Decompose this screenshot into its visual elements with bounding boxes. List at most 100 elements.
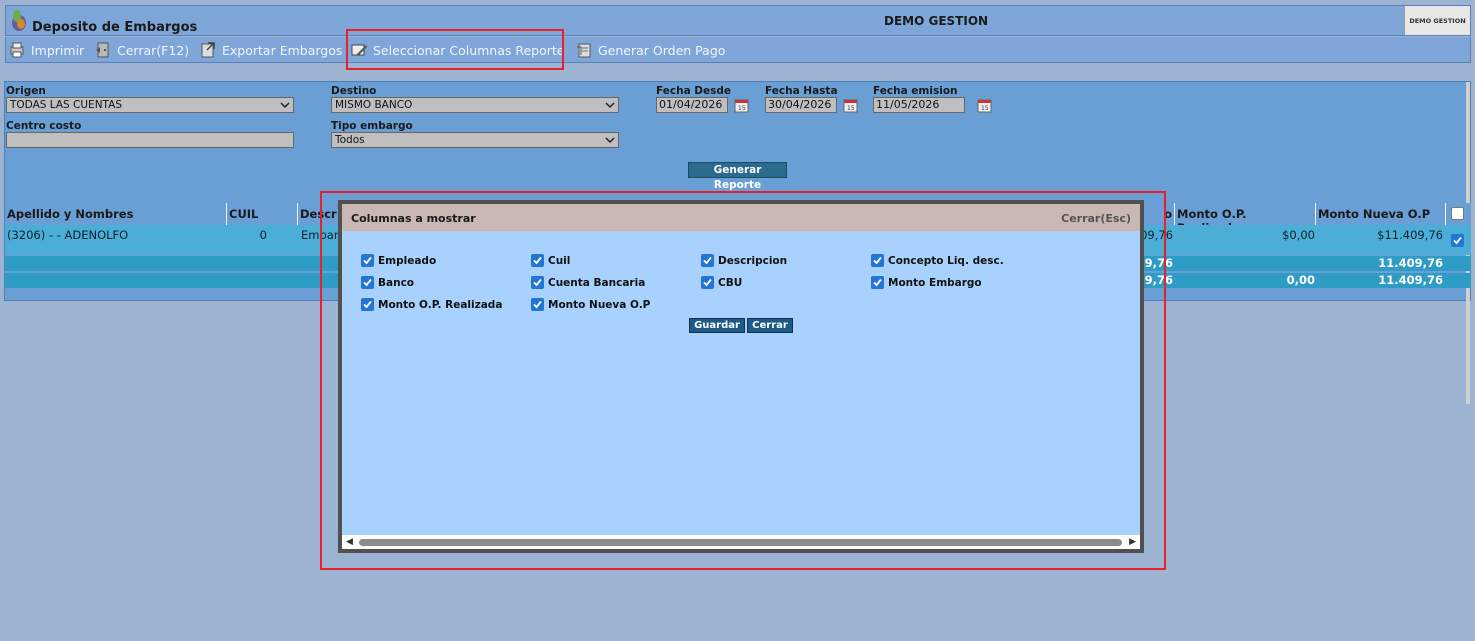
print-label: Imprimir — [31, 42, 85, 58]
check-icon — [533, 300, 542, 309]
destino-value: MISMO BANCO — [335, 99, 413, 111]
option-checkbox[interactable] — [531, 254, 544, 267]
header-cuil: CUIL — [227, 203, 298, 225]
option-label: Banco — [378, 276, 415, 289]
toolbar: Imprimir Cerrar(F12) Exportar Embargos S… — [5, 37, 1471, 63]
option-label: Cuenta Bancaria — [548, 276, 646, 289]
scroll-right-icon[interactable]: ▶ — [1129, 537, 1136, 547]
select-all-checkbox[interactable] — [1451, 207, 1464, 220]
option-checkbox[interactable] — [531, 298, 544, 311]
print-button[interactable]: Imprimir — [8, 41, 84, 59]
company-logo: DEMO GESTION — [1404, 6, 1470, 35]
cell-nombre: (3206) - - ADENOLFO — [7, 228, 129, 242]
svg-text:15: 15 — [738, 105, 746, 112]
check-icon — [1453, 236, 1462, 245]
column-option[interactable]: Banco — [361, 276, 414, 289]
column-option[interactable]: Cuenta Bancaria — [531, 276, 645, 289]
total-monto-nueva-op: 11.409,76 — [1378, 273, 1443, 287]
option-label: Empleado — [378, 254, 437, 267]
calendar-icon[interactable]: 15 — [976, 97, 994, 115]
option-label: Cuil — [548, 254, 571, 267]
tipo-embargo-select[interactable]: Todos — [331, 132, 619, 148]
page-title: Deposito de Embargos — [32, 20, 198, 35]
column-option[interactable]: Monto Embargo — [871, 276, 982, 289]
column-option[interactable]: Concepto Liq. desc. — [871, 254, 1004, 267]
column-option[interactable]: Monto Nueva O.P — [531, 298, 650, 311]
column-option[interactable]: Cuil — [531, 254, 570, 267]
dialog-close-link[interactable]: Cerrar(Esc) — [1061, 212, 1131, 225]
option-checkbox[interactable] — [361, 254, 374, 267]
tipo-embargo-value: Todos — [335, 134, 365, 146]
option-checkbox[interactable] — [701, 254, 714, 267]
app-logo-icon — [12, 10, 26, 31]
destino-label: Destino — [331, 85, 377, 97]
columns-dialog: Columnas a mostrar Cerrar(Esc) Empleado C… — [338, 200, 1144, 553]
check-icon — [533, 278, 542, 287]
check-icon — [363, 256, 372, 265]
fecha-desde-label: Fecha Desde — [656, 85, 732, 97]
tipo-embargo-label: Tipo embargo — [331, 120, 413, 132]
dialog-title: Columnas a mostrar — [351, 212, 476, 225]
total-monto-op-realizada: 0,00 — [1286, 273, 1315, 287]
option-checkbox[interactable] — [531, 276, 544, 289]
export-embargos-button[interactable]: Exportar Embargos — [199, 41, 342, 59]
fecha-desde-input[interactable]: 01/04/2026 — [656, 97, 728, 113]
column-option[interactable]: Monto O.P. Realizada — [361, 298, 502, 311]
option-label: Monto Embargo — [888, 276, 982, 289]
column-option[interactable]: Empleado — [361, 254, 436, 267]
origen-value: TODAS LAS CUENTAS — [10, 99, 122, 111]
generate-payment-order-button[interactable]: Generar Orden Pago — [575, 41, 725, 59]
column-option[interactable]: Descripcion — [701, 254, 787, 267]
option-label: Monto Nueva O.P — [548, 298, 651, 311]
fecha-emision-label: Fecha emision — [873, 85, 958, 97]
scroll-thumb[interactable] — [359, 539, 1122, 546]
generate-report-button[interactable]: Generar Reporte — [688, 162, 787, 191]
company-name: DEMO GESTION — [884, 14, 989, 28]
export-icon — [201, 42, 215, 58]
horizontal-scrollbar[interactable]: ◀ ▶ — [342, 535, 1140, 549]
payment-order-icon — [577, 43, 591, 58]
calendar-icon[interactable]: 15 — [733, 97, 751, 115]
column-option[interactable]: CBU — [701, 276, 742, 289]
check-icon — [533, 256, 542, 265]
cell-monto-op-realizada: $0,00 — [1282, 228, 1315, 242]
fecha-hasta-input[interactable]: 30/04/2026 — [765, 97, 837, 113]
svg-text:15: 15 — [981, 105, 989, 112]
check-icon — [363, 278, 372, 287]
option-checkbox[interactable] — [701, 276, 714, 289]
subtotal-monto-nueva-op: 11.409,76 — [1378, 256, 1443, 270]
export-embargos-label: Exportar Embargos — [222, 42, 343, 58]
fecha-hasta-label: Fecha Hasta — [765, 85, 838, 97]
company-logo-text: DEMO GESTION — [1409, 16, 1466, 25]
centro-costo-input[interactable] — [6, 132, 294, 148]
option-checkbox[interactable] — [871, 276, 884, 289]
close-f12-button[interactable]: Cerrar(F12) — [94, 41, 189, 59]
option-label: Descripcion — [718, 254, 788, 267]
option-checkbox[interactable] — [361, 276, 374, 289]
origen-select[interactable]: TODAS LAS CUENTAS — [6, 97, 294, 113]
close-button[interactable]: Cerrar — [747, 318, 793, 333]
centro-costo-label: Centro costo — [6, 120, 82, 132]
check-icon — [703, 256, 712, 265]
chevron-down-icon — [605, 137, 615, 144]
check-icon — [363, 300, 372, 309]
cell-monto-nueva-op: $11.409,76 — [1377, 228, 1443, 242]
svg-text:15: 15 — [847, 105, 855, 112]
option-label: CBU — [718, 276, 743, 289]
generate-payment-order-label: Generar Orden Pago — [598, 42, 726, 58]
option-label: Concepto Liq. desc. — [888, 254, 1004, 267]
dialog-header: Columnas a mostrar Cerrar(Esc) — [342, 204, 1140, 231]
option-checkbox[interactable] — [871, 254, 884, 267]
calendar-icon[interactable]: 15 — [842, 97, 860, 115]
option-checkbox[interactable] — [361, 298, 374, 311]
option-label: Monto O.P. Realizada — [378, 298, 503, 311]
scroll-left-icon[interactable]: ◀ — [346, 537, 353, 547]
fecha-emision-input[interactable]: 11/05/2026 — [873, 97, 965, 113]
row-checkbox[interactable] — [1451, 234, 1464, 247]
cell-cuil: 0 — [259, 228, 267, 242]
toolbar-highlight-box — [346, 29, 564, 70]
title-bar: Deposito de Embargos DEMO GESTION DEMO G… — [5, 5, 1471, 36]
origen-label: Origen — [6, 85, 46, 97]
destino-select[interactable]: MISMO BANCO — [331, 97, 619, 113]
save-button[interactable]: Guardar — [689, 318, 745, 333]
